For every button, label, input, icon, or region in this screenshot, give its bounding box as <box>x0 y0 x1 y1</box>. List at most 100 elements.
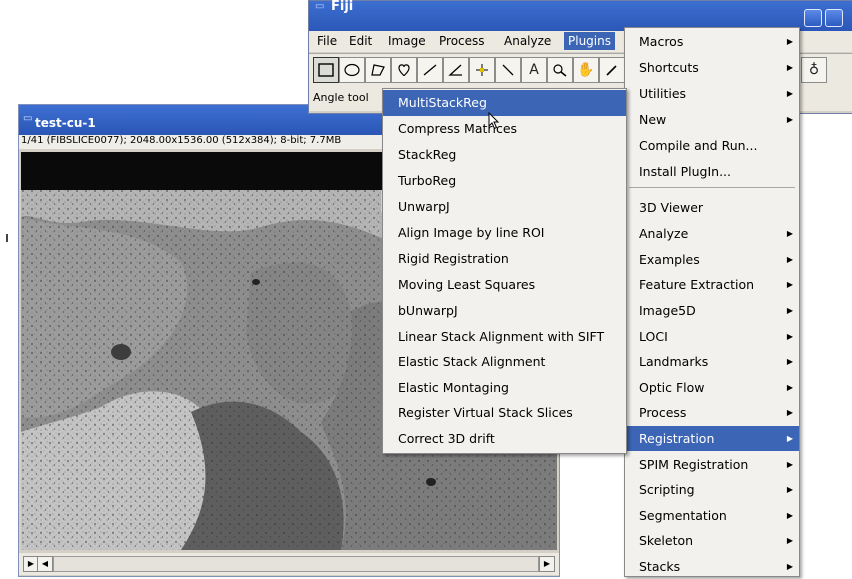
point-icon[interactable] <box>469 57 495 83</box>
registration-item-moving-least-squares[interactable]: Moving Least Squares <box>383 272 626 298</box>
mouse-pointer-icon <box>488 112 500 130</box>
scroll-right-icon[interactable]: ▶ <box>539 556 555 572</box>
plugins-item-install-plugin[interactable]: Install PlugIn... <box>625 159 799 184</box>
registration-item-turboreg[interactable]: TurboReg <box>383 168 626 194</box>
registration-item-unwarpj[interactable]: UnwarpJ <box>383 194 626 220</box>
registration-item-multistackreg[interactable]: MultiStackReg <box>383 90 626 116</box>
menu-item-label: Install PlugIn... <box>639 164 731 179</box>
plugins-item-utilities[interactable]: Utilities ▶ <box>625 81 799 106</box>
maximize-icon[interactable] <box>825 9 843 27</box>
plugins-item-spim-registration[interactable]: SPIM Registration ▶ <box>625 452 799 477</box>
plugins-menu: Macros ▶ Shortcuts ▶ Utilities ▶ New ▶ Compi… <box>624 27 800 577</box>
plugins-item-examples[interactable]: Examples ▶ <box>625 247 799 272</box>
menu-item-label: Macros <box>639 34 684 49</box>
menu-edit[interactable]: Edit <box>345 32 376 50</box>
menu-item-label: Compile and Run... <box>639 138 758 153</box>
menu-item-label: Registration <box>639 431 715 446</box>
submenu-arrow-icon: ▶ <box>786 383 793 392</box>
registration-item-rigid-registration[interactable]: Rigid Registration <box>383 246 626 272</box>
submenu-arrow-icon: ▶ <box>786 511 793 520</box>
registration-item-register-virtual-stack-slices[interactable]: Register Virtual Stack Slices <box>383 400 626 426</box>
plugins-item-segmentation[interactable]: Segmentation ▶ <box>625 503 799 528</box>
plugins-item-shortcuts[interactable]: Shortcuts ▶ <box>625 55 799 80</box>
plugins-item-registration[interactable]: Registration ▶ <box>625 426 799 451</box>
menu-item-label: Utilities <box>639 86 687 101</box>
registration-item-elastic-stack-alignment[interactable]: Elastic Stack Alignment <box>383 349 626 375</box>
freehand-icon[interactable] <box>391 57 417 83</box>
menu-item-label: Process <box>639 405 687 420</box>
menu-analyze[interactable]: Analyze <box>500 32 555 50</box>
polygon-icon[interactable] <box>365 57 391 83</box>
wand-icon[interactable] <box>495 57 521 83</box>
menu-item-label: Shortcuts <box>639 60 699 75</box>
menu-separator <box>629 187 795 188</box>
submenu-arrow-icon: ▶ <box>786 280 793 289</box>
window-icon: ▭ <box>23 113 33 124</box>
menu-item-label: Stacks <box>639 559 681 574</box>
plugins-item-macros[interactable]: Macros ▶ <box>625 29 799 54</box>
menu-image[interactable]: Image <box>384 32 430 50</box>
line-icon[interactable] <box>417 57 443 83</box>
fiji-title: Fiji <box>331 0 354 14</box>
rectangle-icon[interactable] <box>313 57 339 83</box>
plugins-item-process[interactable]: Process ▶ <box>625 400 799 425</box>
plugins-item-stacks[interactable]: Stacks ▶ <box>625 554 799 579</box>
paint-icon[interactable]: ♁ <box>801 57 827 83</box>
plugins-item-feature-extraction[interactable]: Feature Extraction ▶ <box>625 272 799 297</box>
angle-icon[interactable] <box>443 57 469 83</box>
submenu-arrow-icon: ▶ <box>786 115 793 124</box>
submenu-arrow-icon: ▶ <box>786 408 793 417</box>
registration-item-linear-stack-alignment-sift[interactable]: Linear Stack Alignment with SIFT <box>383 324 626 350</box>
menu-item-label: SPIM Registration <box>639 457 749 472</box>
menu-item-label: Examples <box>639 252 700 267</box>
registration-item-compress-matrices[interactable]: Compress Matrices <box>383 116 626 142</box>
slice-scrollbar[interactable]: ▶ ◀ ▶ <box>19 553 559 575</box>
image-window-title: test-cu-1 <box>35 116 96 130</box>
submenu-arrow-icon: ▶ <box>786 562 793 571</box>
dropper-icon[interactable] <box>599 57 625 83</box>
menu-item-label: 3D Viewer <box>639 200 704 215</box>
registration-item-align-image-by-line-roi[interactable]: Align Image by line ROI <box>383 220 626 246</box>
status-text: Angle tool <box>313 91 369 104</box>
registration-item-correct-3d-drift[interactable]: Correct 3D drift <box>383 426 626 452</box>
submenu-arrow-icon: ▶ <box>786 357 793 366</box>
scrollbar-track[interactable] <box>53 556 539 572</box>
text-icon[interactable]: A <box>521 57 547 83</box>
magnifier-icon[interactable] <box>547 57 573 83</box>
hand-icon[interactable]: ✋ <box>573 57 599 83</box>
submenu-arrow-icon: ▶ <box>786 485 793 494</box>
menu-item-label: Skeleton <box>639 533 694 548</box>
submenu-arrow-icon: ▶ <box>786 255 793 264</box>
menu-item-label: New <box>639 112 667 127</box>
plugins-item-optic-flow[interactable]: Optic Flow ▶ <box>625 375 799 400</box>
registration-item-stackreg[interactable]: StackReg <box>383 142 626 168</box>
menu-file[interactable]: File <box>313 32 341 50</box>
menu-item-label: Feature Extraction <box>639 277 755 292</box>
registration-item-elastic-montaging[interactable]: Elastic Montaging <box>383 375 626 401</box>
window-icon: ▭ <box>315 1 325 12</box>
menu-item-label: Analyze <box>639 226 689 241</box>
submenu-arrow-icon: ▶ <box>786 306 793 315</box>
plugins-item-image5d[interactable]: Image5D ▶ <box>625 298 799 323</box>
submenu-arrow-icon: ▶ <box>786 229 793 238</box>
menu-process[interactable]: Process <box>435 32 489 50</box>
plugins-item-scripting[interactable]: Scripting ▶ <box>625 477 799 502</box>
menu-item-label: Optic Flow <box>639 380 705 395</box>
menu-item-label: LOCI <box>639 329 668 344</box>
plugins-item-compile-and-run[interactable]: Compile and Run... <box>625 133 799 158</box>
plugins-item-skeleton[interactable]: Skeleton ▶ <box>625 528 799 553</box>
plugins-item-analyze[interactable]: Analyze ▶ <box>625 221 799 246</box>
minimize-icon[interactable] <box>804 9 822 27</box>
registration-item-bunwarpj[interactable]: bUnwarpJ <box>383 298 626 324</box>
scroll-left-icon[interactable]: ◀ <box>37 556 53 572</box>
menu-plugins[interactable]: Plugins <box>564 32 615 50</box>
plugins-item-landmarks[interactable]: Landmarks ▶ <box>625 349 799 374</box>
plugins-item-new[interactable]: New ▶ <box>625 107 799 132</box>
plugins-item-loci[interactable]: LOCI ▶ <box>625 324 799 349</box>
menu-item-label: Segmentation <box>639 508 727 523</box>
menu-item-label: Image5D <box>639 303 696 318</box>
oval-icon[interactable] <box>339 57 365 83</box>
submenu-arrow-icon: ▶ <box>786 89 793 98</box>
plugins-item-3d-viewer[interactable]: 3D Viewer <box>625 195 799 220</box>
submenu-arrow-icon: ▶ <box>786 37 793 46</box>
